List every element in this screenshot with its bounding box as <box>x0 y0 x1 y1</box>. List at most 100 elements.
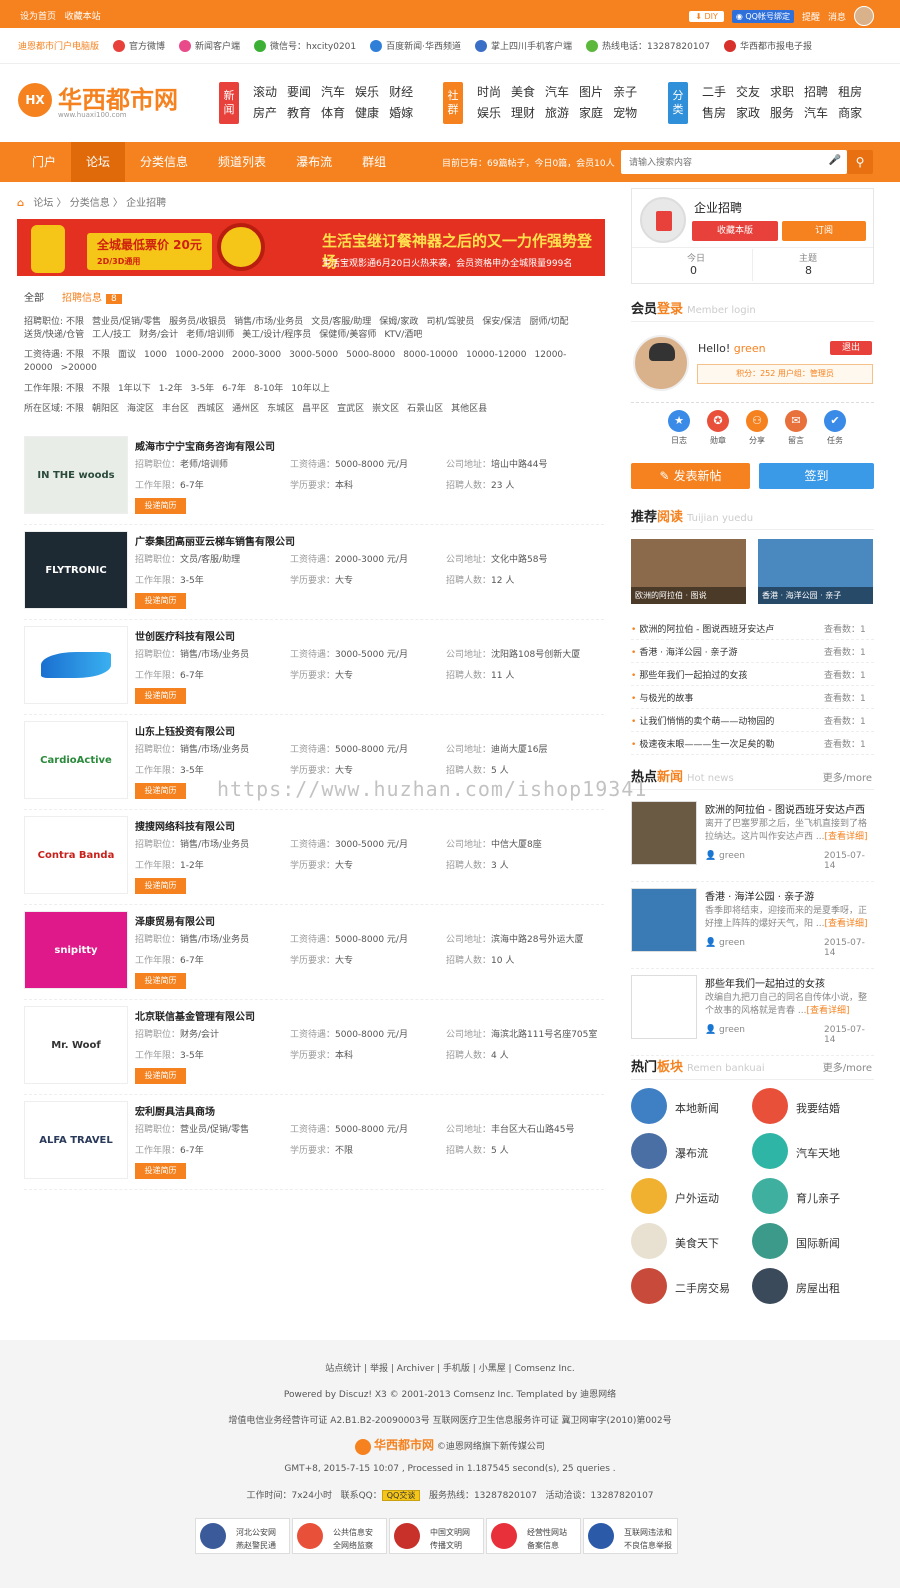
cat-link[interactable]: 商家 <box>838 103 862 124</box>
user-avatar[interactable] <box>854 6 874 26</box>
cat-link[interactable]: 旅游 <box>545 103 569 124</box>
cat-link[interactable]: 汽车 <box>321 82 345 103</box>
favorite-forum-button[interactable]: 收藏本版 <box>692 221 778 241</box>
apply-button[interactable]: 投递简历 <box>135 1163 186 1179</box>
remind-link[interactable]: 提醒 <box>802 10 820 23</box>
company-name[interactable]: 世创医疗科技有限公司 <box>135 628 235 643</box>
apply-button[interactable]: 投递简历 <box>135 593 186 609</box>
info-item-wechat[interactable]: 微信号：hxcity0201 <box>254 39 356 53</box>
filter-option[interactable]: 崇文区 <box>372 404 399 414</box>
hotnews-title[interactable]: 那些年我们一起拍过的女孩 <box>705 975 825 990</box>
company-logo[interactable]: Mr. Woof <box>24 1006 128 1084</box>
hotnews-detail-link[interactable]: [查看详细] <box>824 832 867 842</box>
filter-option[interactable]: 5000-8000 <box>346 350 395 360</box>
filter-option[interactable]: >20000 <box>61 363 97 373</box>
company-logo[interactable]: CardioActive <box>24 721 128 799</box>
company-logo[interactable]: IN THE woods <box>24 436 128 514</box>
recommend-image-2[interactable]: 香港 · 海洋公园 · 亲子 <box>758 539 873 604</box>
company-logo[interactable] <box>24 626 128 704</box>
hotforum-more-link[interactable]: 更多/more <box>823 1059 872 1074</box>
filter-option[interactable]: 昌平区 <box>302 404 329 414</box>
hotforum-item[interactable]: 国际新闻 <box>752 1223 872 1259</box>
cat-link[interactable]: 汽车 <box>804 103 828 124</box>
info-item-epaper[interactable]: 华西都市报电子报 <box>724 39 812 53</box>
recommend-item[interactable]: • 与极光的故事 查看数：1 <box>631 691 874 709</box>
sign-in-button[interactable]: 签到 <box>759 463 874 489</box>
company-name[interactable]: 搜搜网络科技有限公司 <box>135 818 235 833</box>
filter-option[interactable]: 丰台区 <box>162 404 189 414</box>
hotforum-item[interactable]: 汽车天地 <box>752 1133 872 1169</box>
filter-option[interactable]: KTV/酒吧 <box>384 330 422 340</box>
apply-button[interactable]: 投递简历 <box>135 783 186 799</box>
hotnews-detail-link[interactable]: [查看详细] <box>824 919 867 929</box>
ad-banner[interactable]: 全城最低票价 20元 2D/3D通用 生活宝继订餐神器之后的又一力作强势登场 生活… <box>17 219 605 276</box>
cat-link[interactable]: 家庭 <box>579 103 603 124</box>
hotnews-image[interactable] <box>631 975 697 1039</box>
recommend-item[interactable]: • 欧洲的阿拉伯 - 图说西班牙安达卢 查看数：1 <box>631 622 874 640</box>
company-logo[interactable]: Contra Banda <box>24 816 128 894</box>
filter-option[interactable]: 石景山区 <box>407 404 443 414</box>
filter-option[interactable]: 朝阳区 <box>92 404 119 414</box>
filter-option[interactable]: 厨师/切配 <box>529 317 568 327</box>
filter-option[interactable]: 保健师/美容师 <box>319 330 376 340</box>
filter-option[interactable]: 8000-10000 <box>403 350 458 360</box>
cat-link[interactable]: 健康 <box>355 103 379 124</box>
filter-option[interactable]: 财务/会计 <box>139 330 178 340</box>
cat-link[interactable]: 要闻 <box>287 82 311 103</box>
hotforum-item[interactable]: 瀑布流 <box>631 1133 751 1169</box>
footer-badge[interactable]: 互联网违法和 不良信息举报 <box>583 1518 678 1554</box>
filter-option[interactable]: 东城区 <box>267 404 294 414</box>
filter-option[interactable]: 通州区 <box>232 404 259 414</box>
search-input[interactable] <box>621 150 821 174</box>
apply-button[interactable]: 投递简历 <box>135 1068 186 1084</box>
filter-option[interactable]: 服务员/收银员 <box>169 317 226 327</box>
hotnews-detail-link[interactable]: [查看详细] <box>806 1006 849 1016</box>
hotforum-item[interactable]: 育儿亲子 <box>752 1178 872 1214</box>
company-name[interactable]: 山东上钰投资有限公司 <box>135 723 235 738</box>
company-logo[interactable]: ALFA TRAVEL <box>24 1101 128 1179</box>
cat-link[interactable]: 售房 <box>702 103 726 124</box>
hotnews-user[interactable]: green <box>719 938 745 948</box>
apply-button[interactable]: 投递简历 <box>135 498 186 514</box>
nav-item[interactable]: 频道列表 <box>203 142 281 182</box>
filter-option[interactable]: 6-7年 <box>222 384 246 394</box>
cat-link[interactable]: 宠物 <box>613 103 637 124</box>
cat-link[interactable]: 交友 <box>736 82 760 103</box>
cat-link[interactable]: 房产 <box>253 103 277 124</box>
recommend-item[interactable]: • 香港 · 海洋公园 · 亲子游 查看数：1 <box>631 645 874 663</box>
filter-option[interactable]: 面议 <box>118 350 136 360</box>
message-link[interactable]: 消息 <box>828 10 846 23</box>
cat-link[interactable]: 美食 <box>511 82 535 103</box>
footer-badge[interactable]: 中国文明网 传播文明 <box>389 1518 484 1554</box>
company-name[interactable]: 威海市宁宁宝商务咨询有限公司 <box>135 438 275 453</box>
home-icon[interactable]: ⌂ <box>17 198 24 209</box>
hotforum-item[interactable]: 二手房交易 <box>631 1268 751 1304</box>
company-name[interactable]: 北京联信基金管理有限公司 <box>135 1008 255 1023</box>
company-logo[interactable]: FLYTRONIC <box>24 531 128 609</box>
filter-option[interactable]: 不限 <box>66 317 84 327</box>
member-action[interactable]: ★ 日志 <box>661 410 697 446</box>
filter-option[interactable]: 工人/技工 <box>92 330 131 340</box>
filter-option[interactable]: 送货/快递/仓管 <box>24 330 84 340</box>
filter-option[interactable]: 保安/保洁 <box>482 317 521 327</box>
info-item-mobile[interactable]: 掌上四川手机客户端 <box>475 39 572 53</box>
apply-button[interactable]: 投递简历 <box>135 878 186 894</box>
cat-link[interactable]: 二手 <box>702 82 726 103</box>
info-item-pc[interactable]: 迪恩都市门户电脑版 <box>18 39 99 52</box>
cat-link[interactable]: 娱乐 <box>477 103 501 124</box>
subscribe-button[interactable]: 订阅 <box>782 221 866 241</box>
footer-links[interactable]: 站点统计 | 举报 | Archiver | 手机版 | 小黑屋 | Comse… <box>0 1361 900 1374</box>
member-avatar[interactable] <box>633 335 689 391</box>
cat-link[interactable]: 家政 <box>736 103 760 124</box>
qq-bind-button[interactable]: ◉ QQ帐号绑定 <box>731 9 794 23</box>
hotnews-user[interactable]: green <box>719 851 745 861</box>
company-name[interactable]: 泽康贸易有限公司 <box>135 913 215 928</box>
filter-option[interactable]: 其他区县 <box>451 404 487 414</box>
hotforum-item[interactable]: 户外运动 <box>631 1178 751 1214</box>
filter-option[interactable]: 1000 <box>144 350 167 360</box>
footer-badge[interactable]: 河北公安网 燕赵警民通 <box>195 1518 290 1554</box>
cat-link[interactable]: 图片 <box>579 82 603 103</box>
info-item-client[interactable]: 新闻客户端 <box>179 39 240 53</box>
mic-icon[interactable]: 🎤 <box>829 155 841 166</box>
crumb-forum[interactable]: 论坛 <box>33 198 53 209</box>
